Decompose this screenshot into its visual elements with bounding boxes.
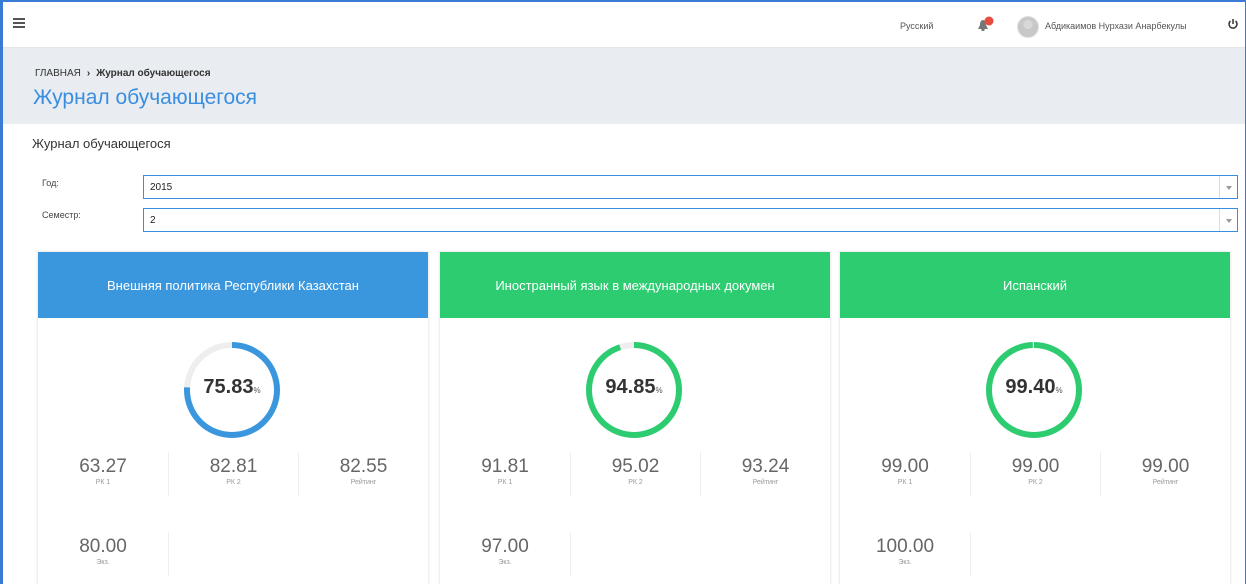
stat-value: 99.00: [881, 456, 929, 477]
menu-toggle-icon[interactable]: [13, 18, 25, 28]
user-name[interactable]: Абдикаимов Нурхази Анарбекулы: [1045, 21, 1187, 31]
page-title: Журнал обучающегося: [33, 86, 258, 109]
stat-label: РК 2: [226, 479, 241, 486]
percent-sign: %: [1055, 386, 1063, 395]
stat-label: РК 2: [1028, 479, 1043, 486]
score-number: 94.85: [605, 376, 656, 398]
course-title[interactable]: Внешняя политика Республики Казахстан: [38, 252, 428, 318]
stat-value: 63.27: [79, 456, 127, 477]
breadcrumb: ГЛАВНАЯ › Журнал обучающегося: [35, 68, 211, 79]
stat-value: 82.55: [339, 456, 388, 477]
stat-value: 100.00: [875, 536, 935, 557]
year-select[interactable]: 2015: [143, 175, 1238, 199]
course-card: Испанский 99.40% 99.00 РК 1 99.00 РК 2 99.…: [840, 252, 1230, 584]
stat-label: Рейтинг: [752, 479, 779, 486]
stat-label: Рейтинг: [1152, 479, 1179, 486]
divider: [570, 532, 571, 576]
score-gauge: 99.40%: [984, 340, 1084, 440]
stat-rk1: 91.81 РК 1: [440, 456, 570, 486]
chevron-down-icon[interactable]: [1219, 209, 1237, 231]
year-label: Год:: [42, 178, 59, 188]
stat-rk2: 82.81 РК 2: [168, 452, 298, 496]
stat-rating: 82.55 Рейтинг: [298, 452, 428, 496]
stat-value: 91.81: [481, 456, 529, 477]
stat-exam: 100.00 Экз.: [840, 536, 970, 566]
stat-value: 95.02: [611, 456, 660, 477]
stat-value: 99.00: [1141, 456, 1190, 477]
score-gauge: 94.85%: [584, 340, 684, 440]
stat-exam: 80.00 Экз.: [38, 536, 168, 566]
stat-label: Экз.: [898, 559, 912, 566]
breadcrumb-separator: ›: [86, 68, 91, 79]
stat-value: 80.00: [79, 536, 127, 557]
score-value: 94.85%: [584, 376, 684, 399]
score-value: 99.40%: [984, 376, 1084, 399]
stat-rk2: 99.00 РК 2: [970, 452, 1100, 496]
power-icon[interactable]: [1227, 17, 1239, 29]
language-selector[interactable]: Русский: [900, 21, 933, 31]
course-title[interactable]: Иностранный язык в международных докумен: [440, 252, 830, 318]
stat-label: РК 2: [628, 479, 643, 486]
stat-rk2: 95.02 РК 2: [570, 452, 700, 496]
stat-label: РК 1: [897, 479, 913, 486]
semester-select-value: 2: [150, 215, 156, 226]
stat-rating: 99.00 Рейтинг: [1100, 452, 1230, 496]
stat-label: РК 1: [497, 479, 513, 486]
course-card: Иностранный язык в международных докумен…: [440, 252, 830, 584]
year-select-value: 2015: [150, 182, 173, 193]
stat-label: Экз.: [498, 559, 512, 566]
page-header: ГЛАВНАЯ › Журнал обучающегося Журнал обуча…: [3, 48, 1245, 124]
divider: [168, 532, 169, 576]
stat-value: 97.00: [481, 536, 529, 557]
section-title: Журнал обучающегося: [32, 136, 171, 151]
stat-rating: 93.24 Рейтинг: [700, 452, 830, 496]
divider: [970, 532, 971, 576]
stat-value: 82.81: [209, 456, 258, 477]
percent-sign: %: [655, 386, 663, 395]
chevron-down-icon[interactable]: [1219, 176, 1237, 198]
score-number: 99.40: [1005, 376, 1056, 398]
main-content: Журнал обучающегося Год: 2015 Семестр: 2…: [16, 124, 1245, 584]
stat-value: 99.00: [1011, 456, 1060, 477]
stat-value: 93.24: [741, 456, 790, 477]
breadcrumb-current: Журнал обучающегося: [96, 68, 211, 79]
breadcrumb-home[interactable]: ГЛАВНАЯ: [35, 68, 81, 79]
stat-label: РК 1: [95, 479, 111, 486]
top-navbar: Русский Абдикаимов Нурхази Анарбекулы: [3, 2, 1245, 48]
semester-label: Семестр:: [42, 210, 81, 220]
semester-select[interactable]: 2: [143, 208, 1238, 232]
percent-sign: %: [253, 386, 261, 395]
course-title[interactable]: Испанский: [840, 252, 1230, 318]
score-value: 75.83%: [182, 376, 282, 399]
avatar[interactable]: [1017, 16, 1039, 38]
course-card: Внешняя политика Республики Казахстан 75…: [38, 252, 428, 584]
stat-rk1: 99.00 РК 1: [840, 456, 970, 486]
notification-bell-icon[interactable]: [975, 16, 995, 32]
stat-label: Экз.: [96, 559, 110, 566]
stat-rk1: 63.27 РК 1: [38, 456, 168, 486]
stat-exam: 97.00 Экз.: [440, 536, 570, 566]
stat-label: Рейтинг: [350, 479, 377, 486]
score-number: 75.83: [203, 376, 254, 398]
score-gauge: 75.83%: [182, 340, 282, 440]
